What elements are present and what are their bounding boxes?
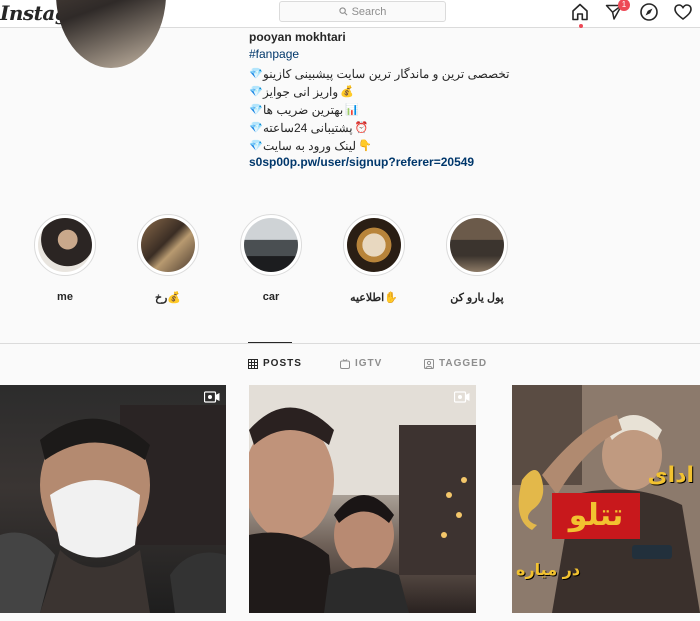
search-icon [338, 7, 348, 16]
post-image [0, 405, 226, 613]
bio-line: 💎 واریز انی جوایز 💰 [249, 83, 549, 101]
video-icon [454, 391, 470, 403]
video-icon [204, 391, 220, 403]
highlight-cover-image [450, 218, 504, 272]
tab-label: IGTV [355, 358, 383, 369]
bio-line: 💎 تخصصی ترین و ماندگار ترین سایت پیشبینی… [249, 65, 549, 83]
bio-external-link[interactable]: s0sp00p.pw/user/signup?referer=20549 [249, 155, 549, 173]
highlight-cover-image [38, 218, 92, 272]
tab-posts[interactable]: POSTS [248, 358, 302, 369]
post-overlay-line: تتلو [552, 493, 640, 539]
story-highlight[interactable]: رخ💰 [128, 214, 208, 304]
diamond-icon: 💎 [249, 122, 263, 134]
highlight-label: me [57, 291, 73, 303]
highlight-label: پول یارو کن [450, 292, 504, 304]
profile-bio: pooyan mokhtari #fanpage 💎 تخصصی ترین و … [249, 30, 549, 173]
bio-line-text: پشتیبانی 24ساعته [263, 121, 353, 135]
tab-label: TAGGED [439, 358, 488, 369]
highlight-cover-image [141, 218, 195, 272]
highlight-label: car [262, 291, 280, 303]
tabs-divider [0, 343, 700, 344]
heart-icon[interactable] [673, 2, 693, 22]
highlight-cover-image [244, 218, 298, 272]
diamond-icon: 💎 [249, 104, 263, 116]
bio-line-text: واریز انی جوایز [263, 85, 339, 99]
home-icon[interactable] [570, 2, 590, 22]
diamond-icon: 💎 [249, 68, 263, 80]
bio-line: 💎 پشتیبانی 24ساعته ⏰ [249, 119, 549, 137]
tab-label: POSTS [263, 358, 302, 369]
bio-line-text: لینک ورود به سایت [263, 139, 356, 153]
highlight-label: اطلاعیه✋ [350, 292, 398, 304]
highlight-label: رخ💰 [154, 292, 182, 304]
chart-icon: 📊 [345, 104, 359, 116]
direct-badge: 1 [618, 0, 630, 11]
igtv-icon [340, 358, 350, 369]
post-overlay-line: در میاره [516, 560, 581, 579]
post-overlay-line: ادای [647, 463, 694, 488]
post-image [249, 385, 476, 613]
profile-full-name: pooyan mokhtari [249, 30, 346, 44]
tab-tagged[interactable]: TAGGED [424, 358, 487, 369]
bio-hashtag-link[interactable]: #fanpage [249, 47, 549, 65]
tab-igtv[interactable]: IGTV [340, 358, 382, 369]
diamond-icon: 💎 [249, 140, 263, 152]
bio-line-text: تخصصی ترین و ماندگار ترین سایت پیشبینی ک… [263, 67, 510, 81]
story-highlight[interactable]: me [25, 214, 105, 303]
highlight-cover-image [347, 218, 401, 272]
profile-avatar[interactable] [56, 0, 166, 68]
post-thumbnail[interactable] [0, 385, 226, 613]
search-placeholder: Search [351, 5, 387, 18]
diamond-icon: 💎 [249, 86, 263, 98]
money-bag-icon: 💰 [340, 86, 354, 98]
story-highlight[interactable]: پول یارو کن [437, 214, 517, 304]
alarm-clock-icon: ⏰ [354, 122, 369, 134]
bio-line-text: بهترین ضریب ها [263, 103, 344, 117]
pointing-down-icon: 👇 [357, 140, 372, 152]
home-active-dot [579, 24, 583, 28]
search-box[interactable]: Search [279, 1, 446, 22]
bio-line: 💎 بهترین ضریب ها 📊 [249, 101, 549, 119]
compass-icon[interactable] [639, 2, 659, 22]
tagged-icon [424, 358, 434, 369]
active-tab-indicator [248, 342, 292, 343]
story-highlight[interactable]: car [231, 214, 311, 303]
story-highlight[interactable]: اطلاعیه✋ [334, 214, 414, 304]
grid-icon [248, 358, 258, 369]
post-thumbnail[interactable]: ادای تتلو در میاره [512, 385, 700, 613]
post-thumbnail[interactable] [249, 385, 476, 613]
bio-line: 💎 لینک ورود به سایت 👇 [249, 137, 549, 155]
